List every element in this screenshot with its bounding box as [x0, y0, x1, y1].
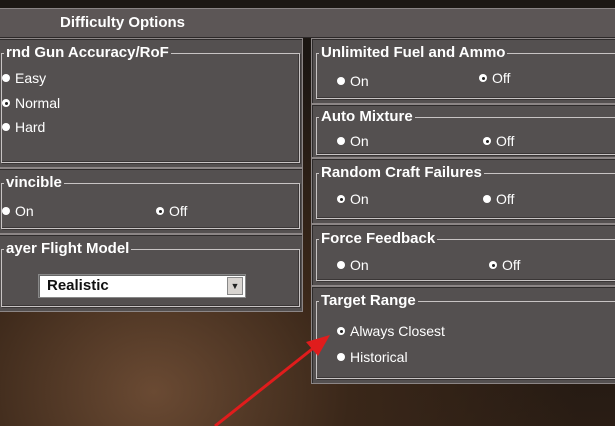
annotation-arrow-icon	[214, 335, 330, 426]
annotation-arrow-shaft	[214, 344, 317, 426]
